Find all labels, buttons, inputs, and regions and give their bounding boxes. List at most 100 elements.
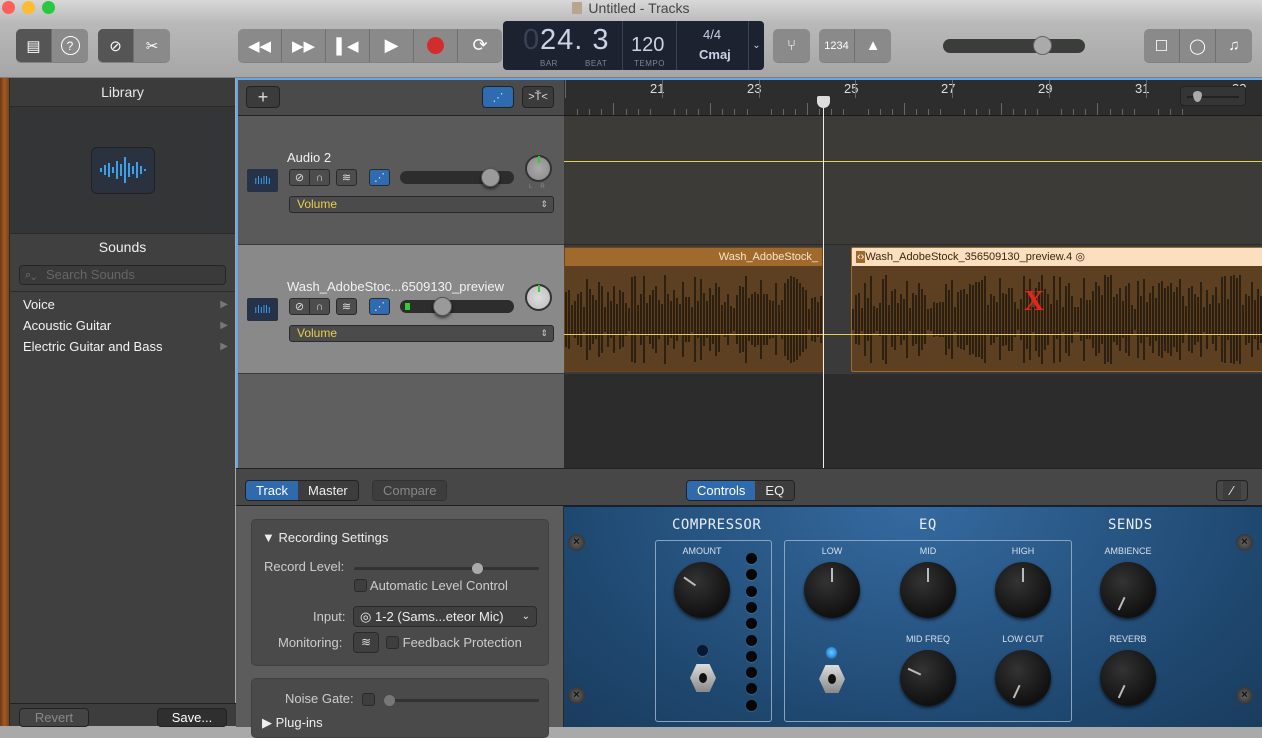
plugins-toggle[interactable]: ▶ Plug-ins bbox=[262, 715, 323, 731]
ruler-tick bbox=[1121, 109, 1123, 115]
mid-knob[interactable] bbox=[900, 562, 956, 618]
audio-region-selected[interactable]: ‹›Wash_AdobeStock_356509130_preview.4 ◎ … bbox=[851, 247, 1262, 372]
tab-controls[interactable]: Controls bbox=[687, 481, 756, 500]
mid-freq-knob[interactable] bbox=[900, 650, 956, 706]
automation-parameter-select[interactable]: Volume ⇕ bbox=[289, 325, 554, 342]
metronome-button[interactable]: ▲ bbox=[855, 29, 891, 62]
feedback-protection-checkbox[interactable] bbox=[386, 636, 399, 649]
cycle-button[interactable]: ⟳ bbox=[458, 29, 502, 62]
feedback-protection[interactable]: Feedback Protection bbox=[386, 635, 522, 650]
revert-button[interactable]: Revert bbox=[19, 708, 89, 727]
loop-browser-button[interactable]: ◯ bbox=[1180, 29, 1216, 62]
zoom-slider-handle[interactable] bbox=[1193, 91, 1202, 102]
record-level-slider[interactable] bbox=[354, 563, 539, 574]
high-knob[interactable] bbox=[995, 562, 1051, 618]
note-pad-button[interactable]: ☐ bbox=[1144, 29, 1180, 62]
rewind-button[interactable]: ◀◀ bbox=[238, 29, 282, 62]
editors-button[interactable]: ✂ bbox=[134, 29, 170, 62]
input-monitoring-button[interactable]: ≋ bbox=[336, 298, 357, 315]
automatic-level-control[interactable]: Automatic Level Control bbox=[354, 578, 508, 593]
pan-knob[interactable] bbox=[525, 155, 552, 182]
ruler-tick bbox=[843, 109, 845, 115]
note-pad-icon: ☐ bbox=[1154, 37, 1169, 55]
automation-toggle-button[interactable]: ⋰ bbox=[482, 86, 514, 108]
record-button[interactable] bbox=[414, 29, 458, 62]
volume-fader-knob[interactable] bbox=[433, 297, 453, 316]
count-in-button[interactable]: 1234 bbox=[819, 29, 855, 62]
add-track-button[interactable]: + bbox=[246, 86, 280, 108]
volume-fader-knob[interactable] bbox=[480, 168, 500, 187]
master-volume-knob[interactable] bbox=[1032, 36, 1052, 55]
input-monitoring-button[interactable]: ≋ bbox=[336, 169, 357, 186]
playhead[interactable] bbox=[823, 96, 824, 470]
track-filter-button[interactable]: >Ť< bbox=[522, 86, 554, 108]
tuner-button[interactable]: ⑂ bbox=[773, 29, 810, 62]
audio-region[interactable]: Wash_AdobeStock_ bbox=[564, 247, 823, 372]
low-cut-knob[interactable] bbox=[995, 650, 1051, 706]
tab-eq[interactable]: EQ bbox=[755, 481, 795, 500]
compare-button[interactable]: Compare bbox=[372, 480, 448, 501]
waveform-bar bbox=[1050, 304, 1052, 335]
volume-fader[interactable] bbox=[400, 168, 514, 187]
mute-button[interactable]: ⊘ bbox=[289, 298, 310, 315]
timeline-ruler[interactable]: 21 23 25 27 29 31 33 bbox=[564, 80, 1262, 116]
lane-audio-2[interactable] bbox=[564, 116, 1262, 245]
monitoring-label: Monitoring: bbox=[278, 635, 343, 650]
waveform-bar bbox=[1230, 275, 1232, 364]
solo-button[interactable]: ∩ bbox=[309, 298, 330, 315]
tab-track[interactable]: Track bbox=[246, 481, 299, 500]
inspector-edit-button[interactable]: ⁄ bbox=[1216, 480, 1248, 501]
lcd-display[interactable]: 0 24. 3 BAR BEAT 120 TEMPO 4/4 Cmaj ⌄ bbox=[503, 21, 764, 70]
ambience-knob[interactable] bbox=[1100, 562, 1156, 618]
waveform-bar bbox=[1128, 282, 1130, 357]
input-select[interactable]: ◎ 1-2 (Sams...eteor Mic) ⌄ bbox=[353, 606, 537, 627]
automation-button[interactable]: ⋰ bbox=[369, 169, 390, 186]
automation-parameter-select[interactable]: Volume ⇕ bbox=[289, 196, 554, 213]
zoom-slider[interactable] bbox=[1180, 86, 1246, 106]
monitoring-button[interactable]: ≋ bbox=[353, 632, 379, 653]
library-item-electric-guitar-bass[interactable]: Electric Guitar and Bass ▶ bbox=[10, 336, 235, 357]
lcd-menu-chevron-icon[interactable]: ⌄ bbox=[749, 21, 764, 70]
low-knob[interactable] bbox=[804, 562, 860, 618]
track-audio-2[interactable]: Audio 2 ılıllı ⊘ ∩ ≋ ⋰ LR Volume ⇕ bbox=[238, 116, 564, 245]
waveform-bar bbox=[1107, 277, 1109, 362]
library-item-voice[interactable]: Voice ▶ bbox=[10, 294, 235, 315]
waveform-bar bbox=[739, 285, 741, 354]
automation-button[interactable]: ⋰ bbox=[369, 298, 390, 315]
solo-button[interactable]: ∩ bbox=[309, 169, 330, 186]
master-volume-slider[interactable] bbox=[943, 36, 1085, 55]
noise-gate-slider[interactable] bbox=[384, 695, 539, 706]
waveform-bar bbox=[1002, 293, 1004, 346]
amount-knob[interactable] bbox=[674, 562, 730, 618]
smart-controls-header: Track Master Compare Controls EQ ⁄ bbox=[236, 469, 1262, 506]
track-wash-adobestock[interactable]: Wash_AdobeStoc...6509130_preview ılıllı … bbox=[238, 245, 564, 374]
waveform-bar bbox=[945, 283, 947, 356]
record-level-knob[interactable] bbox=[472, 563, 484, 574]
recording-settings-toggle[interactable]: ▼ Recording Settings bbox=[262, 530, 388, 545]
go-to-beginning-button[interactable]: ▌◀ bbox=[326, 29, 370, 62]
waveform-bar bbox=[1098, 286, 1100, 353]
volume-fader[interactable] bbox=[400, 297, 514, 316]
library-item-acoustic-guitar[interactable]: Acoustic Guitar ▶ bbox=[10, 315, 235, 336]
play-button[interactable]: ▶ bbox=[370, 29, 414, 62]
quick-help-button[interactable]: ? bbox=[52, 29, 88, 62]
search-sounds-input[interactable]: ⌕⌄ Search Sounds bbox=[19, 265, 226, 285]
ruler-tick bbox=[831, 109, 833, 115]
lane-wash-adobestock[interactable]: Wash_AdobeStock_ ‹›Wash_AdobeStock_35650… bbox=[564, 245, 1262, 374]
media-browser-button[interactable]: ♫ bbox=[1216, 29, 1252, 62]
save-button[interactable]: Save... bbox=[157, 708, 227, 727]
noise-gate-checkbox[interactable] bbox=[362, 693, 375, 706]
mute-button[interactable]: ⊘ bbox=[289, 169, 310, 186]
chevron-down-icon: ⌄ bbox=[521, 611, 530, 622]
pan-knob[interactable] bbox=[525, 284, 552, 311]
ruler-tick bbox=[1133, 109, 1135, 115]
region-name: Wash_AdobeStock_ bbox=[565, 248, 822, 266]
alc-checkbox[interactable] bbox=[354, 579, 367, 592]
noise-gate-knob[interactable] bbox=[384, 695, 395, 706]
library-button[interactable]: ▤ bbox=[16, 29, 52, 62]
reverb-knob[interactable] bbox=[1100, 650, 1156, 706]
waveform-bar bbox=[628, 307, 630, 332]
smart-controls-button[interactable]: ⊘ bbox=[98, 29, 134, 62]
tab-master[interactable]: Master bbox=[298, 481, 358, 500]
fast-forward-button[interactable]: ▶▶ bbox=[282, 29, 326, 62]
